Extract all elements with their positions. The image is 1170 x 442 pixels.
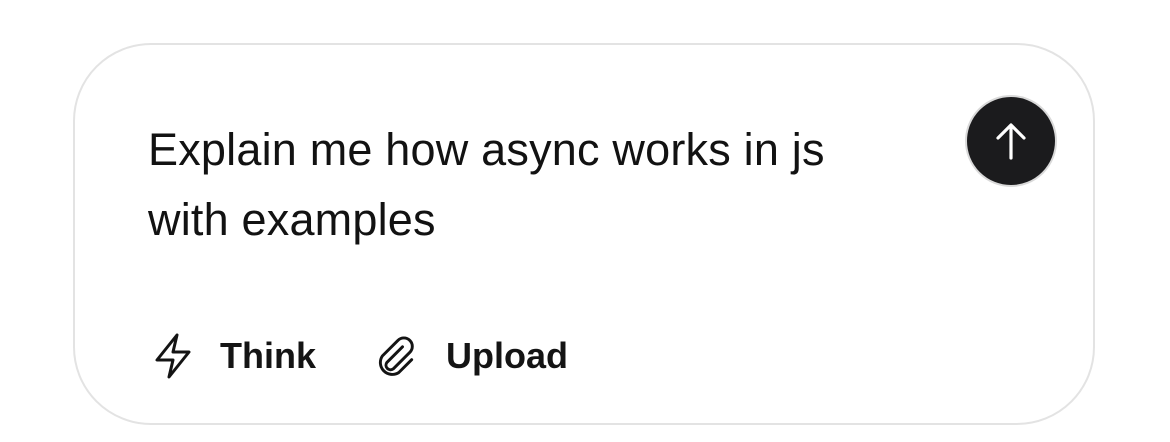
arrow-up-icon <box>994 121 1028 161</box>
think-label: Think <box>220 335 316 376</box>
upload-button[interactable]: Upload <box>375 330 568 382</box>
upload-label: Upload <box>446 335 568 376</box>
prompt-composer[interactable]: Explain me how async works in js with ex… <box>73 43 1095 425</box>
prompt-input[interactable]: Explain me how async works in js with ex… <box>148 115 888 255</box>
paperclip-icon <box>375 330 419 382</box>
lightning-bolt-icon <box>151 330 195 382</box>
send-button[interactable] <box>965 95 1057 187</box>
think-button[interactable]: Think <box>151 330 316 382</box>
